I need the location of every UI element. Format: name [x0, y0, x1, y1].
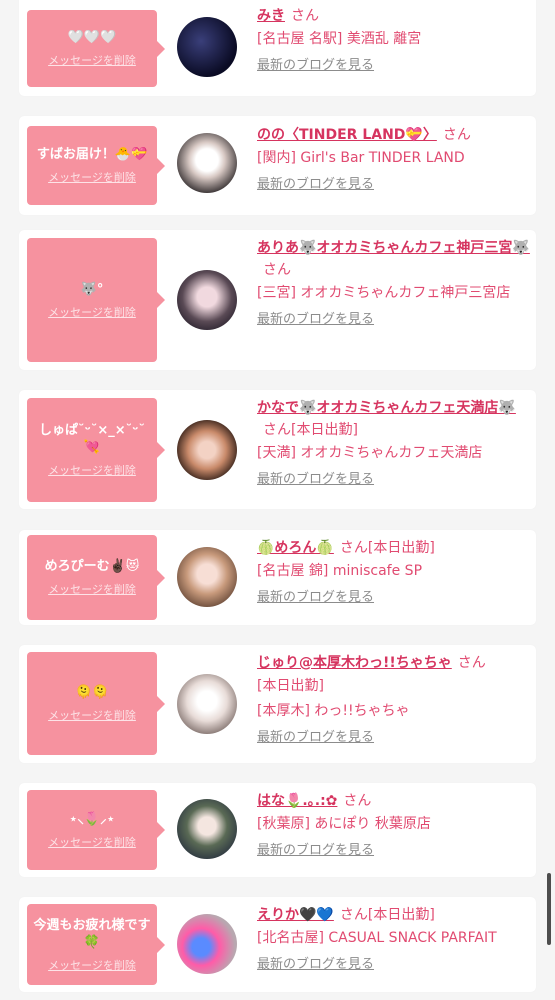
avatar[interactable]	[177, 914, 237, 974]
honorific: さん	[343, 793, 372, 809]
message-card: 🐺° メッセージを削除 ありあ🐺オオカミちゃんカフェ神戸三宮🐺 さん [三宮] オ…	[19, 230, 536, 370]
shop-line: [秋葉原] あにぽり 秋葉原店	[257, 816, 431, 832]
delete-message-link[interactable]: メッセージを削除	[48, 707, 136, 723]
message-bubble: しゅぱ˘ᵕ˘×_×˘ᵕ˘💘 メッセージを削除	[27, 398, 165, 502]
message-card: すばお届け！🐣💝 メッセージを削除 のの〈TINDER LAND💝〉 さん [関内…	[19, 116, 536, 215]
cast-name-link[interactable]: じゅり@本厚木わっ!!ちゃちゃ	[257, 655, 452, 671]
message-card: 🤍🤍🤍 メッセージを削除 みき さん [名古屋 名駅] 美酒乱 離宮 最新のブログ…	[19, 0, 536, 96]
message-bubble: めろぴーむ✌🏿😻 メッセージを削除	[27, 535, 165, 620]
scrollbar[interactable]	[547, 873, 551, 945]
latest-blog-link[interactable]: 最新のブログを見る	[257, 955, 374, 975]
latest-blog-link[interactable]: 最新のブログを見る	[257, 841, 374, 861]
cast-name-link[interactable]: はな🌷.｡.:✿	[257, 793, 337, 809]
delete-message-link[interactable]: メッセージを削除	[48, 462, 136, 478]
honorific: さん	[442, 127, 471, 143]
avatar[interactable]	[177, 674, 237, 734]
honorific: さん	[339, 540, 368, 556]
message-bubble: 🫠🫠 メッセージを削除	[27, 652, 165, 755]
latest-blog-link[interactable]: 最新のブログを見る	[257, 310, 374, 330]
cast-name-link[interactable]: ありあ🐺オオカミちゃんカフェ神戸三宮🐺	[257, 240, 530, 256]
latest-blog-link[interactable]: 最新のブログを見る	[257, 175, 374, 195]
message-card: めろぴーむ✌🏿😻 メッセージを削除 🍈めろん🍈 さん[本日出勤] [名古屋 錦] …	[19, 530, 536, 625]
cast-name-link[interactable]: えりか🖤💙	[257, 907, 334, 923]
message-text: すばお届け！🐣💝	[36, 147, 148, 162]
shop-line: [関内] Girl's Bar TINDER LAND	[257, 150, 465, 166]
honorific: さん	[291, 8, 319, 24]
shop-line: [三宮] オオカミちゃんカフェ神戸三宮店	[257, 285, 511, 301]
honorific: さん	[263, 262, 291, 278]
delete-message-link[interactable]: メッセージを削除	[48, 834, 136, 850]
attendance-tag: [本日出勤]	[257, 678, 324, 694]
avatar[interactable]	[177, 133, 237, 193]
cast-name-link[interactable]: かなで🐺オオカミちゃんカフェ天満店🐺	[257, 400, 516, 416]
attendance-tag: [本日出勤]	[367, 540, 435, 556]
avatar[interactable]	[177, 17, 237, 77]
honorific: さん	[457, 655, 486, 671]
honorific: さん	[263, 422, 291, 438]
avatar[interactable]	[177, 547, 237, 607]
message-text: 🫠🫠	[75, 685, 109, 700]
cast-name-link[interactable]: のの〈TINDER LAND💝〉	[257, 127, 437, 143]
delete-message-link[interactable]: メッセージを削除	[48, 169, 136, 185]
latest-blog-link[interactable]: 最新のブログを見る	[257, 588, 374, 608]
message-text: 🐺°	[80, 281, 104, 297]
message-text: ⋆⸜🌷⸝⋆	[69, 811, 115, 827]
shop-line: [名古屋 名駅] 美酒乱 離宮	[257, 31, 422, 47]
message-bubble: 今週もお疲れ様です🍀 メッセージを削除	[27, 904, 165, 985]
message-bubble: 🐺° メッセージを削除	[27, 238, 165, 362]
avatar[interactable]	[177, 270, 237, 330]
cast-name-link[interactable]: みき	[257, 8, 285, 24]
attendance-tag: [本日出勤]	[367, 907, 435, 923]
message-card: 🫠🫠 メッセージを削除 じゅり@本厚木わっ!!ちゃちゃ さん [本日出勤] [本厚…	[19, 645, 536, 763]
latest-blog-link[interactable]: 最新のブログを見る	[257, 56, 374, 76]
delete-message-link[interactable]: メッセージを削除	[48, 52, 136, 68]
message-card: 今週もお疲れ様です🍀 メッセージを削除 えりか🖤💙 さん[本日出勤] [北名古屋]…	[19, 897, 536, 992]
delete-message-link[interactable]: メッセージを削除	[48, 581, 136, 597]
honorific: さん	[339, 907, 368, 923]
latest-blog-link[interactable]: 最新のブログを見る	[257, 470, 374, 490]
attendance-tag: [本日出勤]	[291, 422, 358, 438]
message-text: 今週もお疲れ様です🍀	[33, 917, 151, 950]
message-bubble: ⋆⸜🌷⸝⋆ メッセージを削除	[27, 790, 165, 870]
delete-message-link[interactable]: メッセージを削除	[48, 304, 136, 320]
message-card: ⋆⸜🌷⸝⋆ メッセージを削除 はな🌷.｡.:✿ さん [秋葉原] あにぽり 秋葉原…	[19, 783, 536, 877]
cast-name-link[interactable]: 🍈めろん🍈	[257, 540, 334, 556]
shop-line: [名古屋 錦] miniscafe SP	[257, 563, 423, 579]
shop-line: [本厚木] わっ!!ちゃちゃ	[257, 703, 410, 719]
message-text: めろぴーむ✌🏿😻	[44, 559, 140, 574]
avatar[interactable]	[177, 799, 237, 859]
avatar[interactable]	[177, 420, 237, 480]
shop-line: [北名古屋] CASUAL SNACK PARFAIT	[257, 930, 497, 946]
shop-line: [天満] オオカミちゃんカフェ天満店	[257, 445, 483, 461]
delete-message-link[interactable]: メッセージを削除	[48, 957, 136, 973]
message-text: 🤍🤍🤍	[67, 30, 117, 45]
message-card: しゅぱ˘ᵕ˘×_×˘ᵕ˘💘 メッセージを削除 かなで🐺オオカミちゃんカフェ天満店…	[19, 390, 536, 509]
message-bubble: すばお届け！🐣💝 メッセージを削除	[27, 126, 165, 205]
message-bubble: 🤍🤍🤍 メッセージを削除	[27, 10, 165, 87]
latest-blog-link[interactable]: 最新のブログを見る	[257, 728, 374, 748]
message-text: しゅぱ˘ᵕ˘×_×˘ᵕ˘💘	[39, 423, 145, 455]
